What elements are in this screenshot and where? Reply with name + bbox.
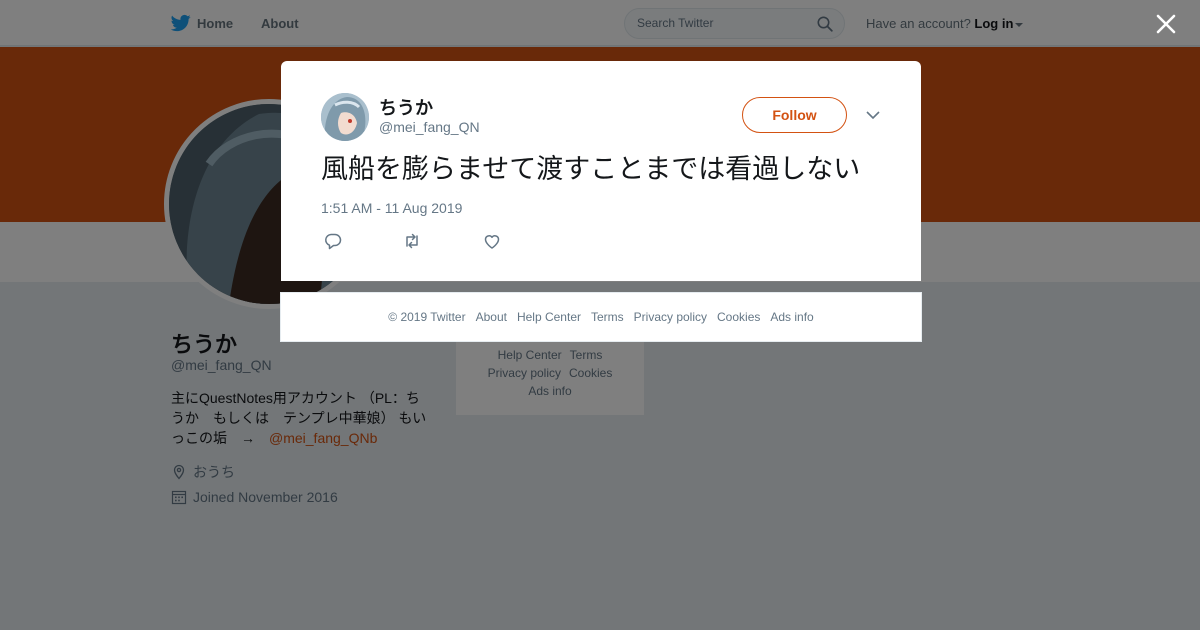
chevron-down-icon[interactable] (865, 109, 881, 121)
footer-link-terms[interactable]: Terms (591, 310, 624, 324)
tweet-author-avatar[interactable] (321, 93, 369, 141)
tweet-avatar-image (321, 93, 369, 141)
footer-link-privacy[interactable]: Privacy policy (634, 310, 707, 324)
tweet-author-name[interactable]: ちうか (379, 94, 433, 120)
tweet-author-handle[interactable]: @mei_fang_QN (379, 119, 480, 135)
footer-link-help[interactable]: Help Center (517, 310, 581, 324)
close-icon[interactable] (1154, 12, 1178, 36)
follow-button[interactable]: Follow (742, 97, 847, 133)
tweet-modal: ちうか @mei_fang_QN Follow 風船を膨らませて渡すことまでは看… (281, 61, 921, 281)
footer-link-about[interactable]: About (476, 310, 507, 324)
like-icon[interactable] (482, 231, 502, 251)
modal-footer: © 2019 Twitter About Help Center Terms P… (280, 292, 922, 342)
footer-link-ads[interactable]: Ads info (770, 310, 813, 324)
reply-icon[interactable] (323, 231, 343, 251)
footer-link-cookies[interactable]: Cookies (717, 310, 760, 324)
tweet-text: 風船を膨らませて渡すことまでは看過しない (321, 154, 861, 184)
footer-copyright: © 2019 Twitter (388, 310, 466, 324)
retweet-icon[interactable] (402, 231, 422, 251)
tweet-timestamp[interactable]: 1:51 AM - 11 Aug 2019 (321, 200, 462, 216)
